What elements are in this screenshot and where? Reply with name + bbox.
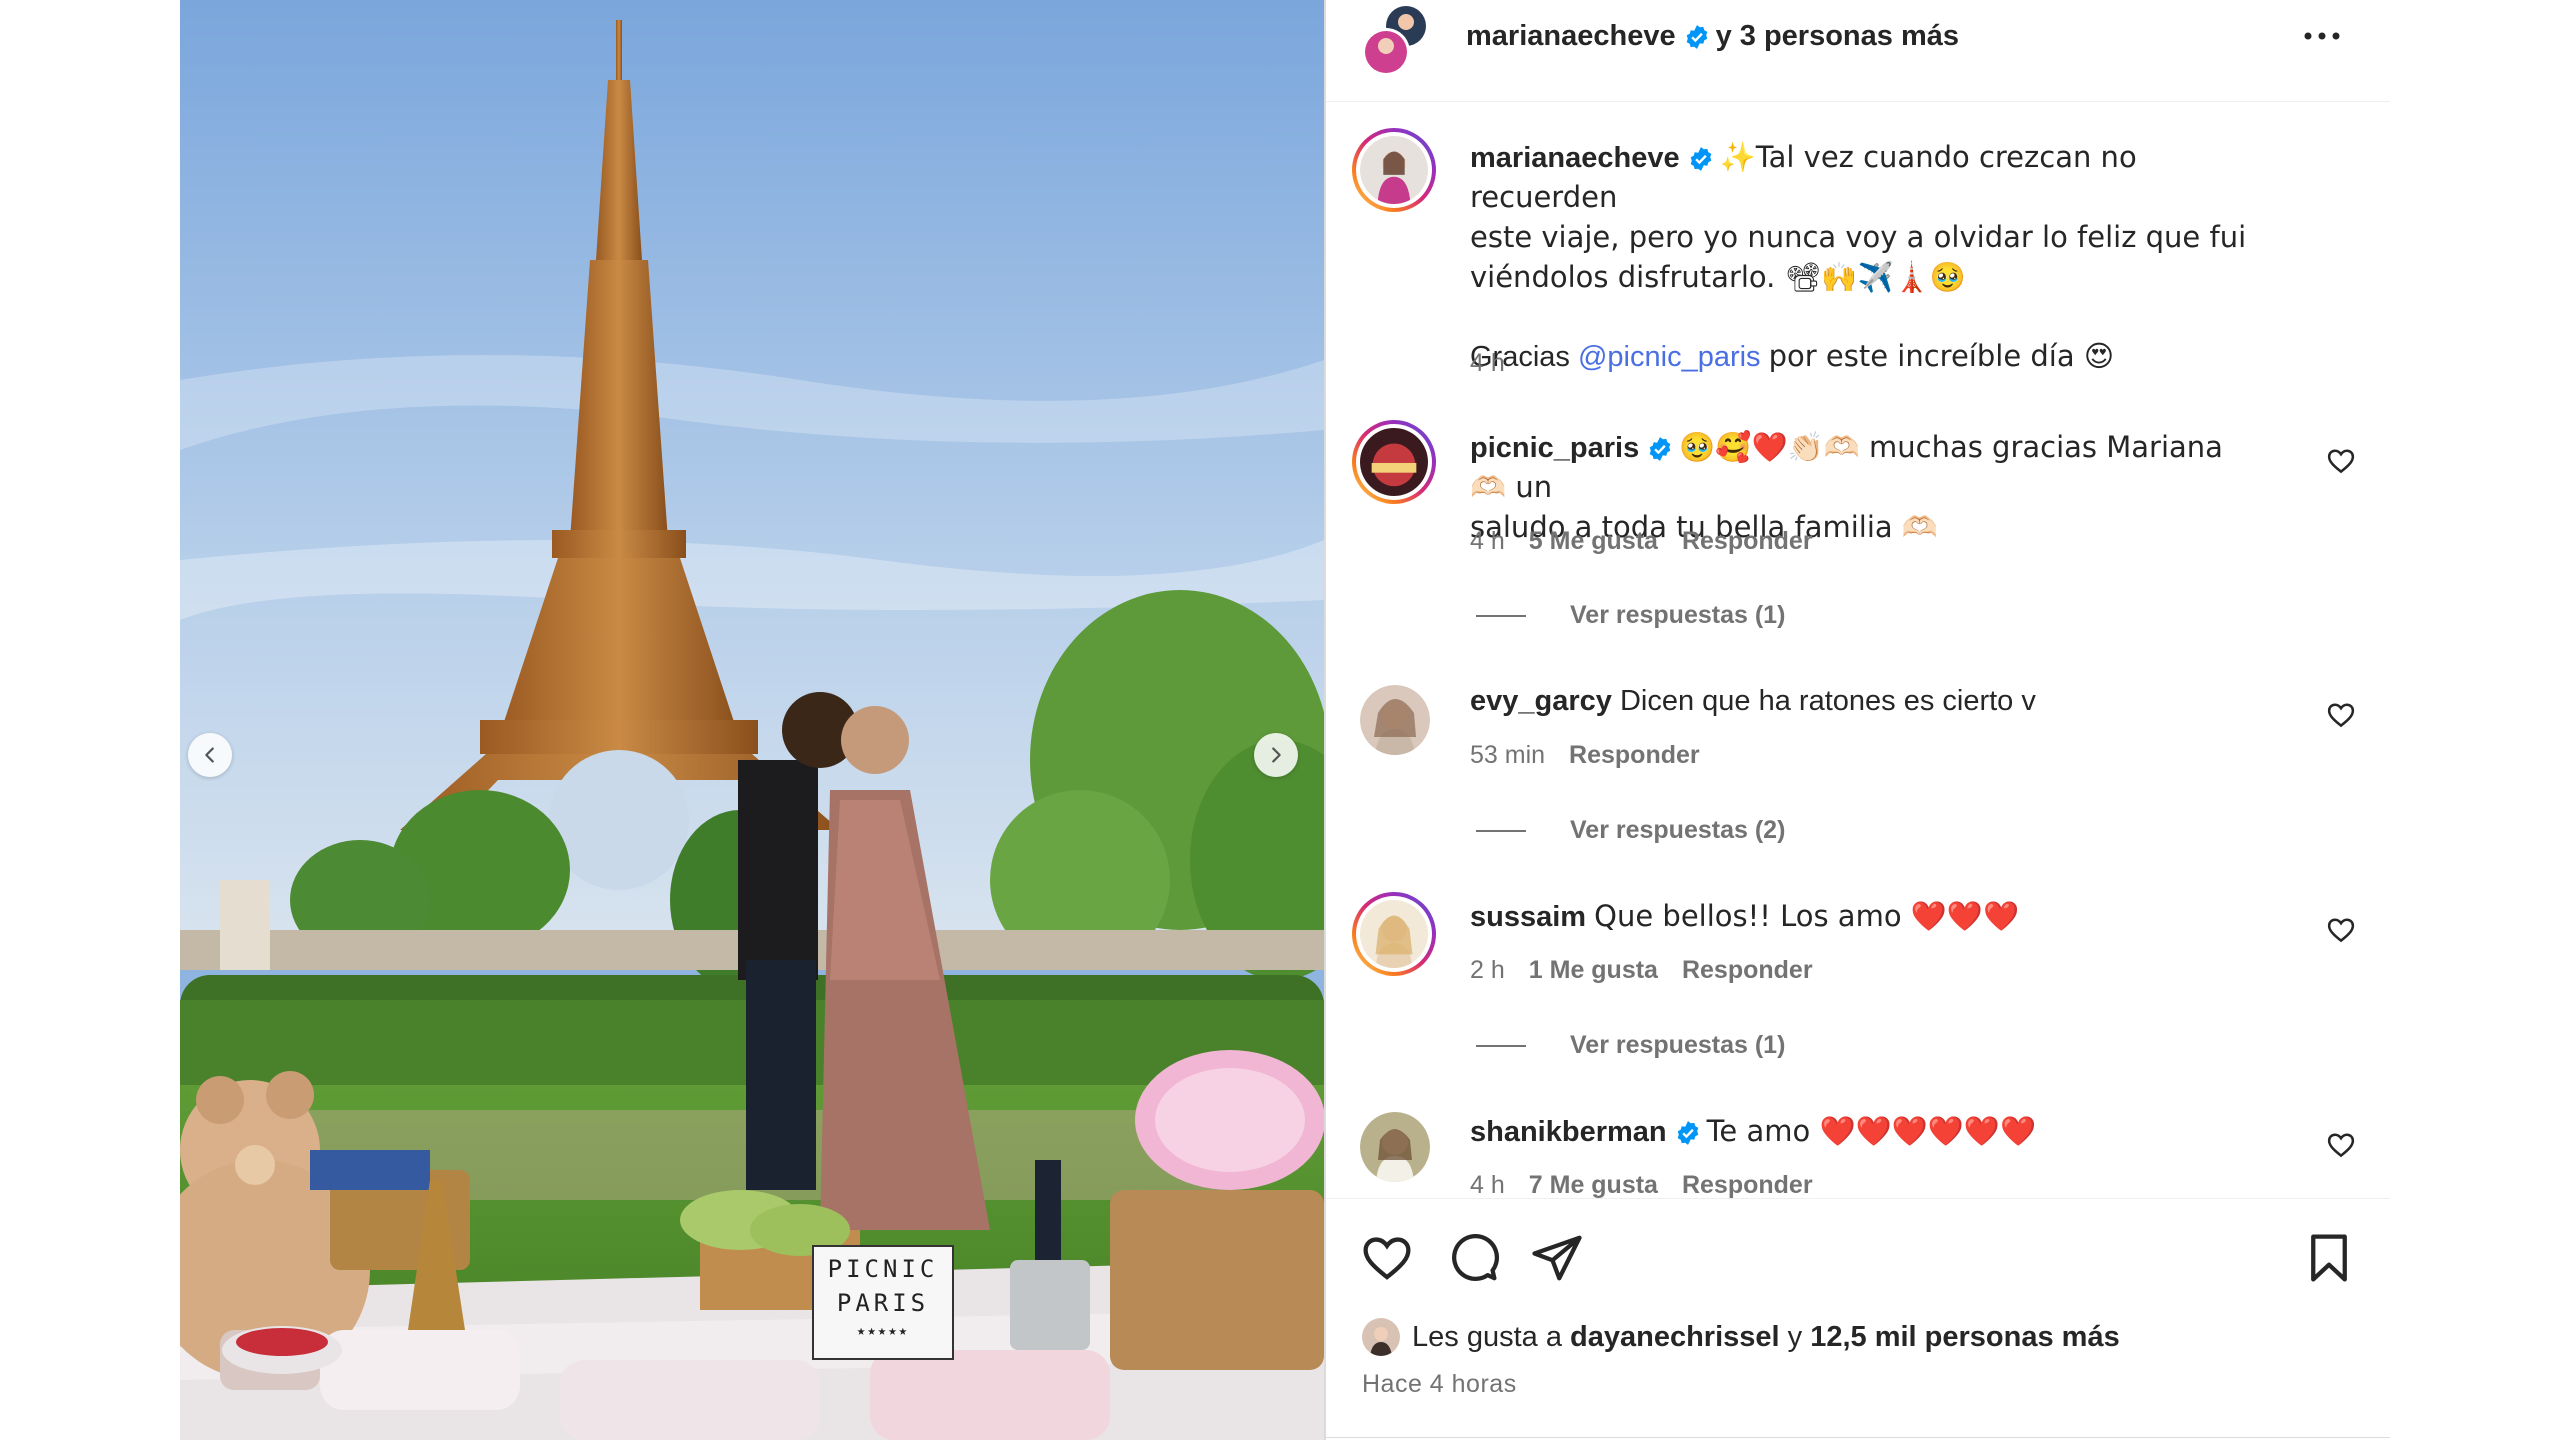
liker-avatar: [1362, 1318, 1400, 1356]
caption-text: marianaecheve ✨Tal vez cuando crezcan no …: [1470, 138, 2250, 377]
comment-avatar[interactable]: [1352, 892, 1436, 976]
caption-avatar[interactable]: [1352, 128, 1436, 212]
comment-line-1: Te amo ❤️❤️❤️❤️❤️❤️: [1706, 1114, 2037, 1148]
comment-like-heart-icon[interactable]: [2326, 1130, 2356, 1160]
instagram-post-page: PICNIC PARIS ★★★★★ marianaecheve y 3 per…: [0, 0, 2560, 1440]
likes-summary[interactable]: Les gusta a dayanechrissel y 12,5 mil pe…: [1362, 1317, 2120, 1357]
comment-likes-count[interactable]: 7 Me gusta: [1529, 1171, 1658, 1198]
sign-line-2: PARIS: [836, 1289, 930, 1317]
reply-button[interactable]: Responder: [1682, 527, 1813, 555]
comment-like-heart-icon[interactable]: [2326, 446, 2356, 476]
comment-username[interactable]: picnic_paris: [1470, 432, 1639, 464]
comment-meta: 2 h 1 Me gusta Responder: [1470, 955, 1837, 985]
next-photo-button[interactable]: [1254, 733, 1298, 777]
comments-list[interactable]: marianaecheve ✨Tal vez cuando crezcan no …: [1326, 102, 2390, 1198]
caption-username[interactable]: marianaecheve: [1470, 142, 1680, 174]
author-username[interactable]: marianaecheve: [1466, 20, 1676, 52]
comment-avatar[interactable]: [1352, 420, 1436, 504]
send-icon[interactable]: [1530, 1231, 1584, 1285]
likes-count[interactable]: 12,5 mil personas más: [1810, 1317, 2120, 1357]
view-replies-label: Ver respuestas (1): [1570, 601, 1786, 629]
caption-thanks-suffix: por este increíble día 😍: [1768, 339, 2115, 373]
sign-stars: ★★★★★: [856, 1323, 910, 1339]
comment-time: 53 min: [1470, 741, 1546, 769]
comment-likes-count[interactable]: 5 Me gusta: [1529, 527, 1658, 555]
post-photo[interactable]: PICNIC PARIS ★★★★★: [180, 0, 1324, 1440]
verified-badge-icon: [1677, 1121, 1698, 1146]
more-options-icon[interactable]: [2294, 18, 2350, 54]
likes-prefix: Les gusta a: [1412, 1321, 1562, 1353]
post-side-panel: marianaecheve y 3 personas más marianaech…: [1324, 0, 2390, 1440]
comment-time: 4 h: [1470, 527, 1505, 555]
caption-time: 4 h: [1470, 349, 1505, 377]
view-replies-button[interactable]: Ver respuestas (1): [1476, 600, 1785, 630]
likes-and: y: [1787, 1321, 1803, 1353]
comment-username[interactable]: evy_garcy: [1470, 685, 1612, 717]
post-actions: Les gusta a dayanechrissel y 12,5 mil pe…: [1326, 1198, 2390, 1440]
post-time: Hace 4 horas: [1362, 1370, 1517, 1398]
comment-username[interactable]: shanikberman: [1470, 1116, 1667, 1148]
mention-link[interactable]: @picnic_paris: [1578, 341, 1761, 373]
replies-divider: [1476, 830, 1526, 833]
replies-divider: [1476, 615, 1526, 618]
comment-line-1: Dicen que ha ratones es cierto v: [1619, 685, 2036, 717]
comment-text: sussaim Que bellos!! Los amo ❤️❤️❤️: [1470, 897, 2250, 937]
view-replies-label: Ver respuestas (2): [1570, 816, 1786, 844]
comment-time: 4 h: [1470, 1171, 1505, 1198]
post-author-line: marianaecheve y 3 personas más: [1466, 18, 1959, 54]
comment-line-1: Que bellos!! Los amo ❤️❤️❤️: [1594, 899, 2020, 933]
caption-meta: 4 h: [1470, 348, 1529, 378]
sign-line-1: PICNIC: [827, 1255, 939, 1283]
comment-icon[interactable]: [1446, 1231, 1500, 1285]
comment-avatar[interactable]: [1360, 685, 1430, 755]
picnic-sign: PICNIC PARIS ★★★★★: [812, 1245, 954, 1360]
liker-username[interactable]: dayanechrissel: [1570, 1317, 1780, 1357]
collab-avatars[interactable]: [1356, 4, 1432, 80]
comment-meta: 53 min Responder: [1470, 740, 1724, 770]
chevron-left-icon: [205, 747, 214, 763]
comment-like-heart-icon[interactable]: [2326, 915, 2356, 945]
comment-time: 2 h: [1470, 956, 1505, 984]
verified-badge-icon: [1686, 25, 1707, 50]
comment-text: evy_garcy Dicen que ha ratones es cierto…: [1470, 682, 2250, 721]
previous-photo-button[interactable]: [188, 733, 232, 777]
comment-likes-count[interactable]: 1 Me gusta: [1529, 956, 1658, 984]
comment-avatar[interactable]: [1360, 1112, 1430, 1182]
divider: [1326, 1437, 2390, 1438]
comment-meta: 4 h 7 Me gusta Responder: [1470, 1170, 1837, 1198]
comment-like-heart-icon[interactable]: [2326, 700, 2356, 730]
reply-button[interactable]: Responder: [1682, 956, 1813, 984]
reply-button[interactable]: Responder: [1682, 1171, 1813, 1198]
caption-line-3: viéndolos disfrutarlo. 📽🙌✈️🗼🥹: [1470, 260, 1966, 294]
comment-meta: 4 h 5 Me gusta Responder: [1470, 526, 1837, 556]
comment-text: shanikberman Te amo ❤️❤️❤️❤️❤️❤️: [1470, 1112, 2250, 1152]
chevron-right-icon: [1272, 747, 1281, 763]
replies-divider: [1476, 1045, 1526, 1048]
verified-badge-icon: [1649, 437, 1671, 462]
view-replies-label: Ver respuestas (1): [1570, 1031, 1786, 1059]
collaborators-link[interactable]: y 3 personas más: [1716, 20, 1959, 52]
reply-button[interactable]: Responder: [1569, 741, 1700, 769]
eiffel-picnic-photo: [180, 0, 1324, 1440]
heart-icon[interactable]: [1360, 1231, 1414, 1285]
comment-username[interactable]: sussaim: [1470, 901, 1586, 933]
view-replies-button[interactable]: Ver respuestas (1): [1476, 1030, 1785, 1060]
view-replies-button[interactable]: Ver respuestas (2): [1476, 815, 1785, 845]
verified-badge-icon: [1690, 147, 1711, 172]
bookmark-icon[interactable]: [2302, 1231, 2356, 1285]
caption-line-2: este viaje, pero yo nunca voy a olvidar …: [1470, 220, 2247, 254]
post-header: marianaecheve y 3 personas más: [1326, 0, 2390, 102]
